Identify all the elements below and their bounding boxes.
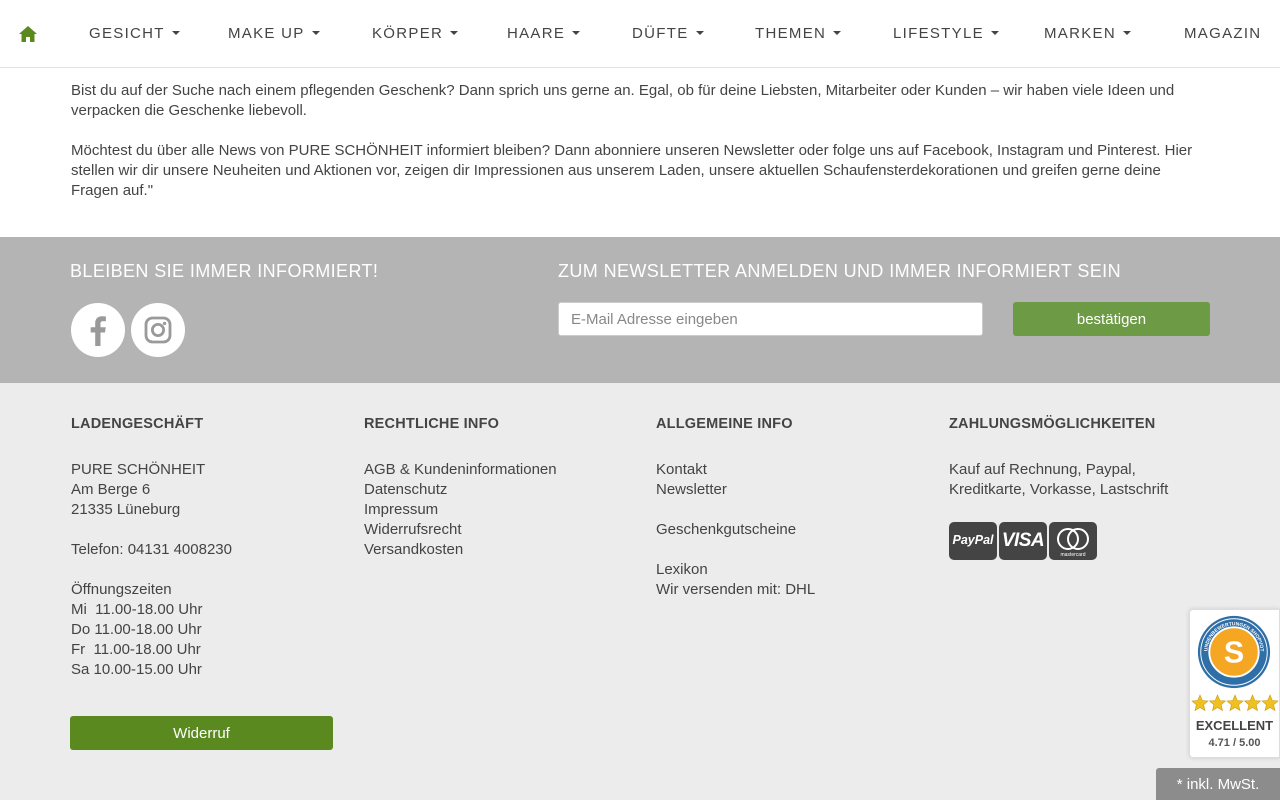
footer-link-kontakt[interactable]: Kontakt (656, 460, 815, 480)
facebook-button[interactable] (71, 303, 125, 357)
star-icon (1208, 694, 1227, 712)
visa-logo-text: VISA (1001, 530, 1045, 551)
visa-logo: VISA (999, 522, 1047, 560)
footer-heading: ALLGEMEINE INFO (656, 416, 793, 432)
star-icon (1191, 694, 1209, 712)
footer-heading: LADENGESCHÄFT (71, 416, 204, 432)
nav-item-magazin[interactable]: MAGAZIN (1184, 0, 1261, 68)
shipping-info: Wir versenden mit: DHL (656, 581, 816, 598)
facebook-icon (90, 316, 106, 346)
shopvote-seal-icon: S KUNDENBEWERTUNGEN SHOPVOTE (1196, 614, 1271, 689)
nav-label: DÜFTE (632, 25, 689, 42)
nav-item-marken[interactable]: MARKEN (1044, 0, 1131, 68)
footer-link-agb[interactable]: AGB & Kundeninformationen (364, 460, 557, 480)
store-name: PURE SCHÖNHEIT (71, 461, 206, 478)
opening-hours-line: Sa 10.00-15.00 Uhr (71, 661, 202, 678)
footer-heading: ZAHLUNGSMÖGLICHKEITEN (949, 416, 1156, 432)
social-title: BLEIBEN SIE IMMER INFORMIERT! (70, 261, 379, 281)
footer-link-newsletter[interactable]: Newsletter (656, 480, 815, 500)
vat-note: * inkl. MwSt. (1156, 768, 1280, 800)
nav-item-gesicht[interactable]: GESICHT (89, 0, 180, 68)
footer-general-column: ALLGEMEINE INFO Kontakt Newsletter Gesch… (656, 416, 815, 598)
store-phone: Telefon: 04131 4008230 (71, 541, 232, 558)
instagram-button[interactable] (131, 303, 185, 357)
nav-item-themen[interactable]: THEMEN (755, 0, 842, 68)
nav-label: HAARE (507, 25, 566, 42)
shopvote-badge[interactable]: S KUNDENBEWERTUNGEN SHOPVOTE EXCELLENT 4… (1189, 609, 1280, 758)
newsletter-email-input[interactable] (558, 302, 983, 336)
rating-stars (1191, 694, 1279, 712)
nav-label: MAGAZIN (1184, 25, 1262, 42)
newsletter-submit-button[interactable]: bestätigen (1013, 302, 1210, 336)
paypal-logo: PayPal (949, 522, 997, 560)
footer-link-lexikon[interactable]: Lexikon (656, 560, 815, 580)
nav-item-make-up[interactable]: MAKE UP (228, 0, 320, 68)
home-icon[interactable] (18, 25, 38, 43)
footer-link-gutscheine[interactable]: Geschenkgutscheine (656, 520, 815, 540)
footer-link-impressum[interactable]: Impressum (364, 500, 557, 520)
store-city: 21335 Lüneburg (71, 501, 181, 518)
caret-down-icon (695, 31, 704, 36)
opening-hours-line: Mi 11.00-18.00 Uhr (71, 601, 203, 618)
nav-label: MARKEN (1044, 25, 1116, 42)
intro-paragraph: Möchtest du über alle News von PURE SCHÖ… (71, 142, 1193, 199)
mastercard-logo-text: mastercard (1060, 552, 1085, 558)
rating-word: EXCELLENT (1195, 718, 1274, 733)
intro-paragraph: Bist du auf der Suche nach einem pflegen… (71, 82, 1175, 119)
paypal-logo-text: PayPal (952, 533, 994, 547)
nav-label: MAKE UP (228, 25, 305, 42)
caret-down-icon (572, 31, 581, 36)
footer-link-widerrufsrecht[interactable]: Widerrufsrecht (364, 520, 557, 540)
footer-link-datenschutz[interactable]: Datenschutz (364, 480, 557, 500)
caret-down-icon (1122, 31, 1131, 36)
main-navigation: GESICHT MAKE UP KÖRPER HAARE DÜFTE THEME… (0, 0, 1280, 68)
nav-label: KÖRPER (372, 25, 444, 42)
caret-down-icon (990, 31, 999, 36)
footer-store-column: LADENGESCHÄFT PURE SCHÖNHEIT Am Berge 6 … (71, 416, 232, 678)
nav-label: LIFESTYLE (893, 25, 984, 42)
caret-down-icon (311, 31, 320, 36)
caret-down-icon (450, 31, 459, 36)
newsletter-band: BLEIBEN SIE IMMER INFORMIERT! ZUM NEWSLE… (0, 237, 1280, 383)
star-icon (1243, 694, 1262, 712)
nav-label: THEMEN (755, 25, 827, 42)
mastercard-logo: mastercard (1049, 522, 1097, 560)
instagram-icon (144, 316, 172, 344)
rating-score: 4.71 / 5.00 (1208, 737, 1261, 749)
star-icon (1226, 694, 1244, 712)
opening-hours-line: Fr 11.00-18.00 Uhr (71, 641, 201, 658)
caret-down-icon (833, 31, 842, 36)
opening-hours-line: Do 11.00-18.00 Uhr (71, 621, 202, 638)
store-street: Am Berge 6 (71, 481, 151, 498)
footer-heading: RECHTLICHE INFO (364, 416, 500, 432)
opening-hours-title: Öffnungszeiten (71, 581, 172, 598)
content-text: Bist du auf der Suche nach einem pflegen… (0, 68, 1280, 237)
payment-methods-text: Kreditkarte, Vorkasse, Lastschrift (949, 481, 1169, 498)
footer-link-versandkosten[interactable]: Versandkosten (364, 540, 557, 560)
newsletter-title: ZUM NEWSLETTER ANMELDEN UND IMMER INFORM… (558, 261, 1121, 281)
footer-legal-column: RECHTLICHE INFO AGB & Kundeninformatione… (364, 416, 557, 558)
widerruf-button[interactable]: Widerruf (70, 716, 333, 750)
star-icon (1261, 694, 1279, 712)
nav-label: GESICHT (89, 25, 165, 42)
nav-item-koerper[interactable]: KÖRPER (372, 0, 459, 68)
mastercard-circles-icon: mastercard (1057, 528, 1089, 558)
payment-methods-text: Kauf auf Rechnung, Paypal, (949, 461, 1136, 478)
svg-text:S: S (1224, 635, 1244, 669)
nav-item-lifestyle[interactable]: LIFESTYLE (893, 0, 999, 68)
nav-item-duefte[interactable]: DÜFTE (632, 0, 704, 68)
nav-item-haare[interactable]: HAARE (507, 0, 581, 68)
caret-down-icon (171, 31, 180, 36)
footer-payment-column: ZAHLUNGSMÖGLICHKEITEN Kauf auf Rechnung,… (949, 416, 1168, 498)
